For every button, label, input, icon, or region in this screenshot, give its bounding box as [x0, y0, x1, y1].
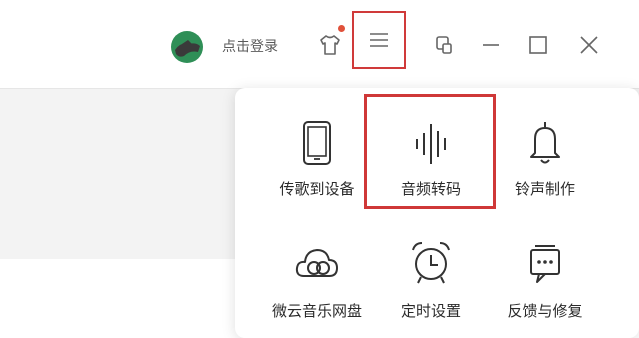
- maximize-button[interactable]: [523, 30, 553, 60]
- mini-mode-icon: [436, 36, 452, 54]
- menu-icon: [370, 33, 388, 47]
- skin-shirt-icon[interactable]: [318, 32, 342, 58]
- avatar-icon[interactable]: [170, 30, 204, 64]
- menu-item-label: 传歌到设备: [279, 181, 355, 198]
- mini-mode-button[interactable]: [429, 30, 459, 60]
- menu-item-label: 定时设置: [400, 303, 461, 320]
- menu-item-label: 微云音乐网盘: [271, 303, 362, 320]
- waveform-icon: [416, 124, 446, 164]
- minimize-icon: [483, 44, 499, 46]
- maximize-icon: [529, 36, 547, 54]
- login-link[interactable]: 点击登录: [222, 36, 278, 56]
- menu-item-label: 音频转码: [400, 181, 461, 198]
- menu-item-timer-settings[interactable]: 定时设置: [371, 238, 491, 338]
- menu-item-weiyun-cloud-drive[interactable]: 微云音乐网盘: [257, 238, 377, 338]
- menu-item-transfer-to-device[interactable]: 传歌到设备: [257, 116, 377, 216]
- minimize-button[interactable]: [476, 30, 506, 60]
- cloud-icon: [295, 249, 338, 277]
- menu-item-ringtone-maker[interactable]: 铃声制作: [485, 116, 605, 216]
- bell-icon: [530, 122, 560, 164]
- menu-item-label: 铃声制作: [514, 181, 575, 198]
- alarm-clock-icon: [412, 242, 450, 284]
- close-icon: [580, 36, 598, 54]
- feedback-icon: [530, 245, 560, 283]
- close-button[interactable]: [574, 30, 604, 60]
- main-menu-dropdown: 传歌到设备 音频转码 铃声制作 微云音乐网盘 定时设置 反馈与修复: [235, 88, 639, 338]
- main-menu-button[interactable]: [352, 11, 406, 69]
- menu-item-label: 反馈与修复: [507, 303, 583, 320]
- menu-item-feedback-repair[interactable]: 反馈与修复: [485, 238, 605, 338]
- notification-dot: [338, 25, 345, 32]
- phone-icon: [303, 121, 331, 165]
- menu-item-audio-transcode[interactable]: 音频转码: [371, 116, 491, 216]
